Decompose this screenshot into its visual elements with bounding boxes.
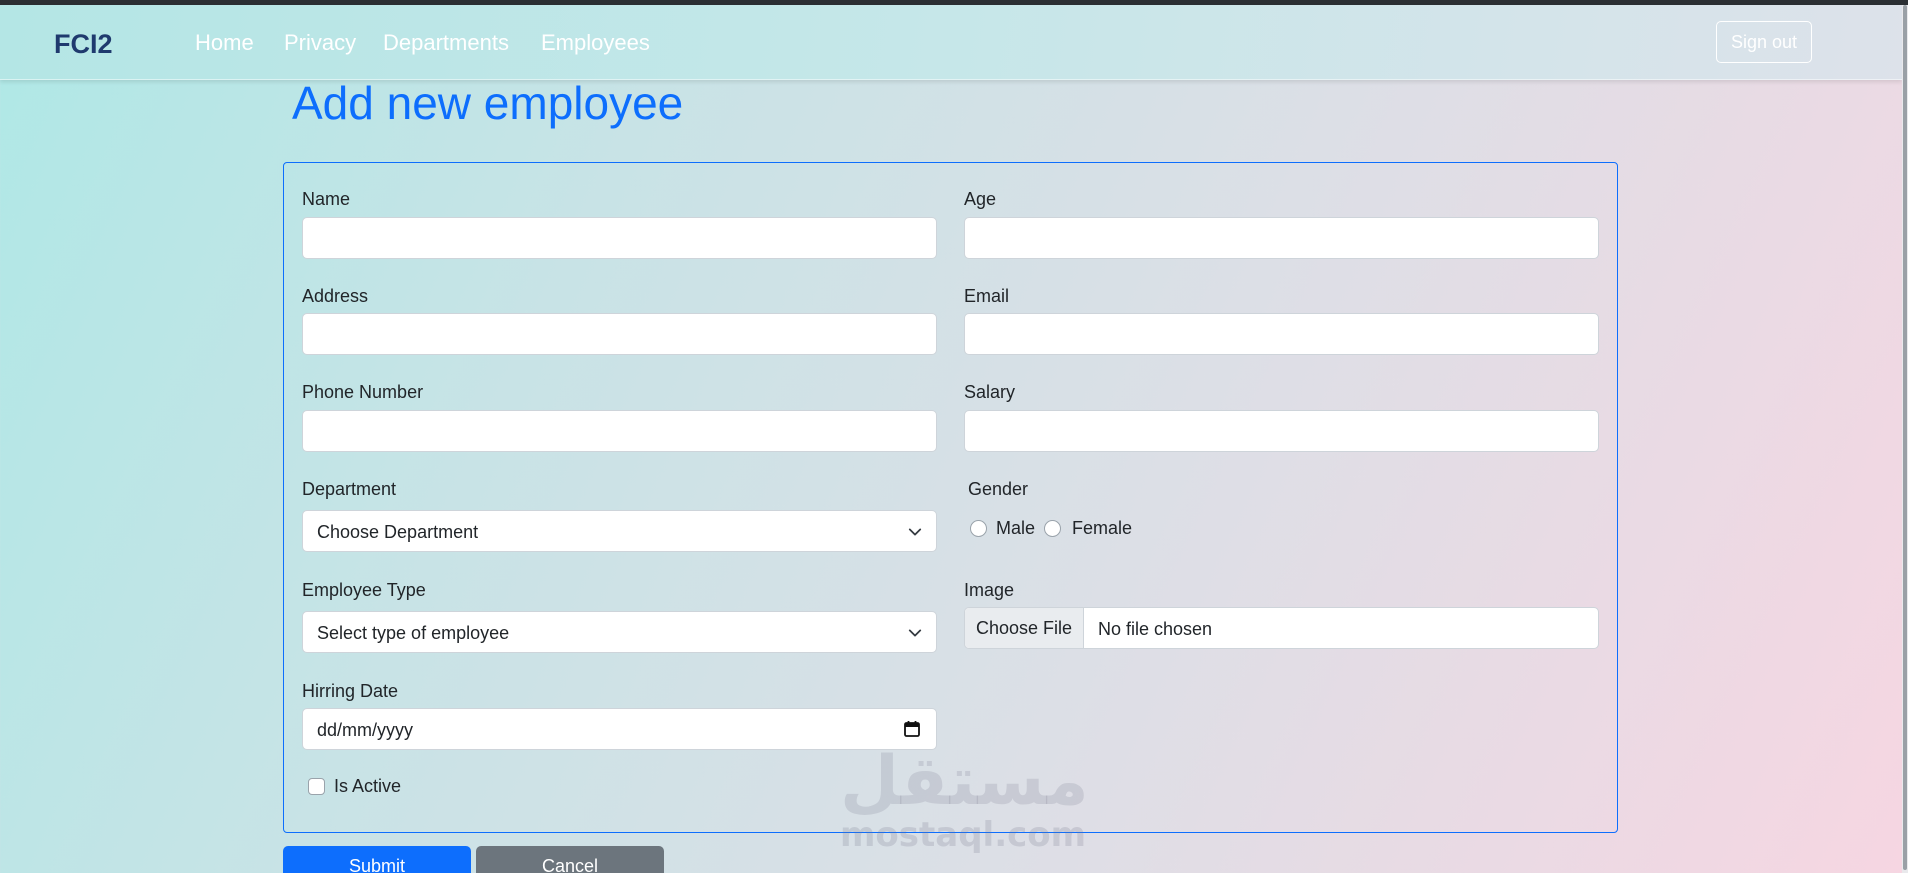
nav-employees[interactable]: Employees <box>541 30 650 56</box>
name-input[interactable] <box>302 217 937 259</box>
sign-out-button[interactable]: Sign out <box>1716 21 1812 63</box>
navbar: FCI2 Home Privacy Departments Employees … <box>0 5 1902 80</box>
image-label: Image <box>964 580 1015 600</box>
gender-label: Gender <box>968 479 1029 499</box>
cancel-button[interactable]: Cancel <box>476 846 664 873</box>
phone-input[interactable] <box>302 410 937 452</box>
nav-privacy[interactable]: Privacy <box>284 30 356 56</box>
salary-input[interactable] <box>964 410 1599 452</box>
scrollbar-thumb[interactable] <box>1903 5 1907 870</box>
submit-button[interactable]: Submit <box>283 846 471 873</box>
department-select-value: Choose Department <box>317 522 479 542</box>
email-input[interactable] <box>964 313 1599 355</box>
nav-home[interactable]: Home <box>195 30 254 56</box>
nav-departments[interactable]: Departments <box>383 30 509 56</box>
chevron-down-icon <box>908 629 922 637</box>
employee-type-label: Employee Type <box>302 580 426 600</box>
chevron-down-icon <box>908 528 922 536</box>
page-title: Add new employee <box>292 77 684 129</box>
age-label: Age <box>964 189 997 209</box>
choose-file-button[interactable]: Choose File <box>965 608 1084 648</box>
gender-male-label: Male <box>996 518 1036 538</box>
gender-female-radio[interactable] <box>1044 520 1061 537</box>
email-label: Email <box>964 286 1010 306</box>
hiring-date-label: Hirring Date <box>302 681 399 701</box>
employee-type-select[interactable]: Select type of employee <box>302 611 937 653</box>
gender-female-label: Female <box>1072 518 1133 538</box>
hiring-date-placeholder: dd/mm/yyyy <box>317 720 414 740</box>
name-label: Name <box>302 189 351 209</box>
address-input[interactable] <box>302 313 937 355</box>
brand-logo[interactable]: FCI2 <box>54 29 113 60</box>
gender-male-radio[interactable] <box>970 520 987 537</box>
is-active-checkbox[interactable] <box>308 778 325 795</box>
image-file-input[interactable]: Choose File No file chosen <box>964 607 1599 649</box>
phone-label: Phone Number <box>302 382 424 402</box>
department-select[interactable]: Choose Department <box>302 510 937 552</box>
file-status: No file chosen <box>1098 619 1213 639</box>
address-label: Address <box>302 286 369 306</box>
age-input[interactable] <box>964 217 1599 259</box>
department-label: Department <box>302 479 397 499</box>
is-active-label: Is Active <box>334 776 402 796</box>
employee-type-select-value: Select type of employee <box>317 623 510 643</box>
watermark-latin: mostaql.com <box>840 815 1087 855</box>
salary-label: Salary <box>964 382 1016 402</box>
calendar-icon[interactable] <box>903 720 921 738</box>
watermark-arabic: مستقل <box>840 742 1089 821</box>
